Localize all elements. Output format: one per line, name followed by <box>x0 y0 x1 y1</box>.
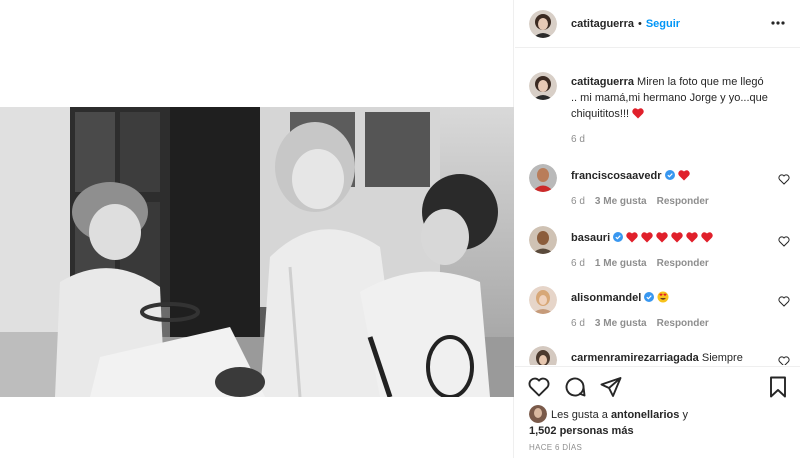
red-hearts-emoji <box>626 232 716 248</box>
comment-text: Siempre <box>701 352 743 364</box>
likes-conj: y <box>682 409 688 421</box>
heart-icon[interactable] <box>527 375 551 399</box>
reply-button[interactable]: Responder <box>657 316 709 332</box>
comment-likes[interactable]: 1 Me gusta <box>595 256 647 272</box>
caption-body: catitaguerra Miren la foto que me llegó … <box>571 74 771 148</box>
separator-dot: • <box>637 17 642 30</box>
comment-username[interactable]: carmenramirezarriagada <box>571 352 699 364</box>
caption-time[interactable]: 6 d <box>571 132 585 148</box>
author-username[interactable]: catitaguerra <box>571 18 634 30</box>
verified-badge-icon <box>613 231 624 242</box>
comments-list[interactable]: catitaguerra Miren la foto que me llegó … <box>515 60 800 365</box>
comment-likes[interactable]: 3 Me gusta <box>595 194 647 210</box>
reply-button[interactable]: Responder <box>657 194 709 210</box>
post-actions: Les gusta a antonellarios y 1,502 person… <box>515 366 800 458</box>
comment-time[interactable]: 6 d <box>571 316 585 332</box>
bookmark-icon[interactable] <box>766 375 790 399</box>
caption-username[interactable]: catitaguerra <box>571 76 634 88</box>
comment-meta: 6 d 3 Me gusta Responder <box>571 316 771 332</box>
post-photo[interactable] <box>0 107 514 397</box>
action-icons <box>527 375 623 399</box>
reply-button[interactable]: Responder <box>657 256 709 272</box>
comment-like-heart-icon[interactable] <box>778 356 790 365</box>
comment-username[interactable]: franciscosaavedr <box>571 170 662 182</box>
comment-avatar[interactable] <box>529 226 557 254</box>
comment-avatar[interactable] <box>529 346 557 365</box>
caption-meta: 6 d <box>571 132 771 148</box>
liker-username[interactable]: antonellarios <box>611 409 679 421</box>
media-area <box>0 0 514 458</box>
likes-count[interactable]: 1,502 personas más <box>529 425 634 437</box>
comment-body: carmenramirezarriagada Siempre <box>571 350 771 365</box>
comment-meta: 6 d 1 Me gusta Responder <box>571 256 771 272</box>
post-timestamp[interactable]: HACE 6 DÍAS <box>529 443 582 452</box>
likes-prefix: Les gusta a <box>551 409 608 421</box>
comment-time[interactable]: 6 d <box>571 194 585 210</box>
comment-likes[interactable]: 3 Me gusta <box>595 316 647 332</box>
comment-meta: 6 d 3 Me gusta Responder <box>571 194 771 210</box>
family-photo-image <box>0 107 514 397</box>
comment-time[interactable]: 6 d <box>571 256 585 272</box>
caption-avatar[interactable] <box>529 72 557 100</box>
comment-icon[interactable] <box>563 375 587 399</box>
comment-like-heart-icon[interactable] <box>778 296 790 308</box>
verified-badge-icon <box>664 169 675 180</box>
instagram-post: catitaguerra • Seguir catitaguerra Miren… <box>0 0 800 458</box>
comment-like-heart-icon[interactable] <box>778 174 790 186</box>
post-header: catitaguerra • Seguir <box>515 0 800 48</box>
comment-avatar[interactable] <box>529 286 557 314</box>
comment-username[interactable]: basauri <box>571 232 610 244</box>
comment-body: alisonmandel 6 d 3 Me gusta Responder <box>571 290 771 332</box>
author-avatar[interactable] <box>529 9 557 38</box>
red-heart-emoji <box>632 108 644 124</box>
comment-body: franciscosaavedr 6 d 3 Me gusta Responde… <box>571 168 771 210</box>
comment-like-heart-icon[interactable] <box>778 236 790 248</box>
verified-badge-icon <box>644 291 655 302</box>
follow-button[interactable]: Seguir <box>646 18 680 30</box>
likes-summary: Les gusta a antonellarios y 1,502 person… <box>529 405 688 439</box>
comment-body: basauri 6 d 1 Me gusta Responder <box>571 230 771 272</box>
post-side-panel: catitaguerra • Seguir catitaguerra Miren… <box>515 0 800 458</box>
comment-username[interactable]: alisonmandel <box>571 292 641 304</box>
heart-eyes-emoji <box>657 291 669 308</box>
red-heart-emoji <box>677 170 690 186</box>
comment-avatar[interactable] <box>529 164 557 192</box>
liker-avatar[interactable] <box>529 405 547 423</box>
share-icon[interactable] <box>599 375 623 399</box>
more-options-icon[interactable] <box>768 15 788 31</box>
